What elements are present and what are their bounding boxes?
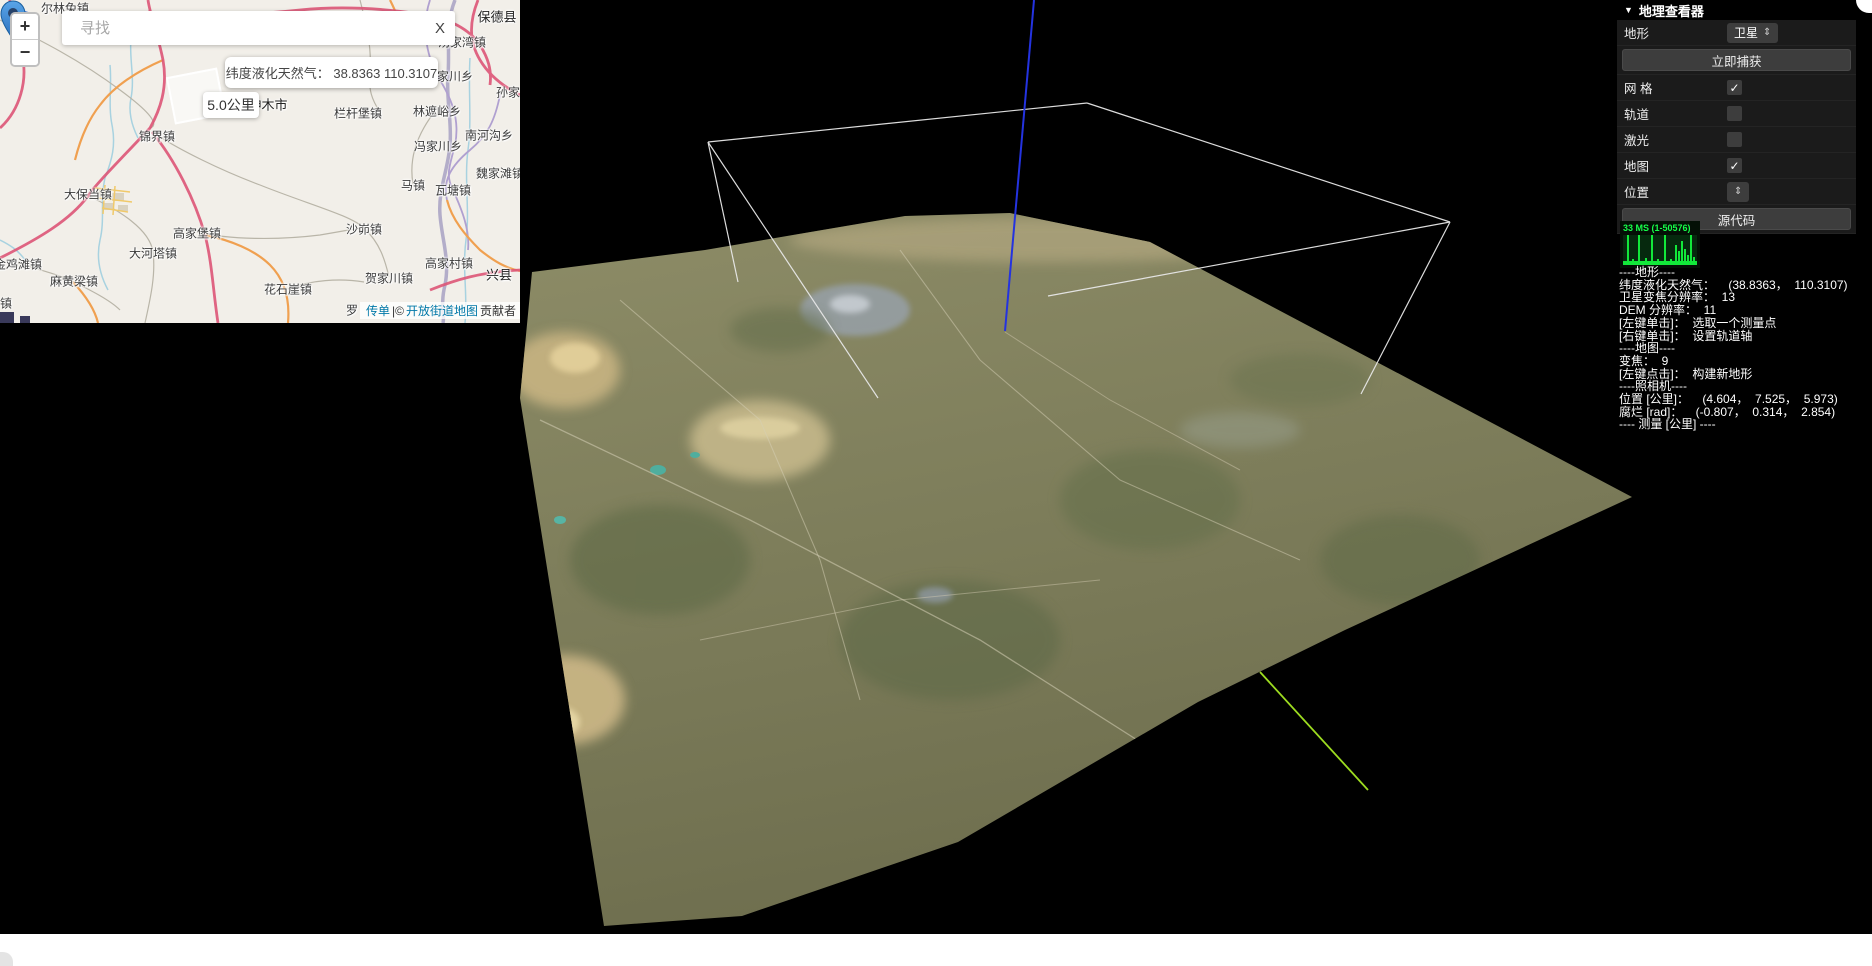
capture-row: 立即捕获 bbox=[1617, 46, 1856, 75]
zoom-in-button[interactable]: + bbox=[12, 14, 38, 40]
terrain-select[interactable]: 卫星 ⇕ bbox=[1727, 22, 1779, 43]
map-place-label: 麻黄梁镇 bbox=[49, 274, 99, 289]
water-area bbox=[0, 312, 14, 323]
laser-checkbox[interactable] bbox=[1727, 132, 1742, 147]
search-input[interactable] bbox=[62, 19, 425, 37]
app-root: 尔林兔镇 保德县 汤家湾镇 韩家川乡 孙家沟 神木市 栏杆堡镇 林遮峪乡 南河沟… bbox=[0, 0, 1872, 966]
info-line: 位置 [公里]： (4.604， 7.525， 5.973) bbox=[1619, 392, 1838, 407]
water-area bbox=[20, 316, 30, 323]
map-place-label: 高家村镇 bbox=[424, 256, 474, 271]
map-place-label: 罗 bbox=[345, 303, 359, 318]
minimap[interactable]: 尔林兔镇 保德县 汤家湾镇 韩家川乡 孙家沟 神木市 栏杆堡镇 林遮峪乡 南河沟… bbox=[0, 0, 520, 323]
terrain-mesh bbox=[520, 213, 1632, 926]
bottom-bar-glyph bbox=[0, 952, 13, 966]
map-place-label: 金鸡滩镇 bbox=[0, 257, 43, 272]
terrain-select-value: 卫星 bbox=[1734, 26, 1759, 40]
select-arrows-icon: ⇕ bbox=[1763, 27, 1772, 38]
map-place-label: 镇 bbox=[0, 296, 13, 311]
stats-ms-panel[interactable]: 33 MS (1-50576) bbox=[1620, 221, 1700, 268]
position-row: 位置 ⇕ bbox=[1617, 179, 1856, 205]
info-line: ----地形---- bbox=[1619, 265, 1675, 279]
map-attribution: 传单 |© 开放街道地图 贡献者 bbox=[359, 302, 520, 319]
orbit-label: 轨道 bbox=[1624, 108, 1650, 122]
map-place-label: 锦界镇 bbox=[138, 129, 176, 144]
position-select[interactable]: ⇕ bbox=[1727, 181, 1750, 202]
map-place-label: 南河沟乡 bbox=[464, 128, 514, 143]
panel-title: 地理查看器 bbox=[1638, 3, 1704, 19]
map-place-label: 保德县 bbox=[477, 9, 517, 25]
map-checkbox[interactable]: ✓ bbox=[1727, 158, 1742, 173]
map-place-label: 冯家川乡 bbox=[413, 139, 463, 154]
map-place-label: 马镇 bbox=[400, 178, 426, 193]
map-place-label: 兴县 bbox=[485, 267, 513, 283]
map-place-label: 大保当镇 bbox=[63, 187, 113, 202]
stats-ms-readout: 33 MS (1-50576) bbox=[1623, 223, 1691, 233]
geo-viewer-panel: ▼ 地理查看器 地形 卫星 ⇕ 立即捕获 网 格 ✓ 轨道 激光 地图 ✓ 位置… bbox=[1617, 0, 1856, 431]
position-label: 位置 bbox=[1624, 186, 1650, 200]
orbit-checkbox[interactable] bbox=[1727, 106, 1742, 121]
map-place-label: 大河塔镇 bbox=[128, 246, 178, 261]
capture-now-button[interactable]: 立即捕获 bbox=[1622, 49, 1851, 71]
map-place-label: 贺家川镇 bbox=[364, 271, 414, 286]
info-line: [左键单击]： 选取一个测量点 bbox=[1619, 315, 1777, 330]
attribution-suffix: 贡献者 bbox=[479, 304, 516, 318]
laser-row: 激光 bbox=[1617, 127, 1856, 153]
map-place-label: 魏家滩镇 bbox=[475, 166, 520, 181]
info-readout: ----地形---- 纬度液化天然气： (38.8363， 110.3107) … bbox=[1619, 266, 1872, 431]
coords-tooltip: 纬度液化天然气： 38.8363 110.3107 bbox=[225, 57, 438, 88]
grid-label: 网 格 bbox=[1624, 82, 1653, 96]
chevron-down-icon: ▼ bbox=[1624, 5, 1633, 15]
map-zoom-control: + − bbox=[10, 12, 40, 67]
map-place-label: 高家堡镇 bbox=[172, 226, 222, 241]
leaflet-link[interactable]: 传单 bbox=[366, 302, 390, 319]
zoom-out-button[interactable]: − bbox=[12, 40, 38, 65]
map-search-bar: X bbox=[62, 11, 455, 45]
grid-checkbox[interactable]: ✓ bbox=[1727, 80, 1742, 95]
map-toggle-label: 地图 bbox=[1624, 160, 1650, 174]
select-arrows-icon: ⇕ bbox=[1734, 186, 1743, 197]
axis-green bbox=[1259, 671, 1369, 791]
info-line: DEM 分辨率： 11 bbox=[1619, 303, 1717, 318]
attribution-separator: |© bbox=[392, 303, 404, 318]
map-place-label: 孙家沟 bbox=[495, 85, 520, 100]
map-place-label: 栏杆堡镇 bbox=[333, 106, 383, 121]
terrain-label: 地形 bbox=[1624, 27, 1650, 41]
info-line: 变焦： 9 bbox=[1619, 353, 1669, 368]
bottom-bar bbox=[0, 934, 1872, 966]
orbit-row: 轨道 bbox=[1617, 101, 1856, 127]
osm-link[interactable]: 开放街道地图 bbox=[406, 302, 478, 319]
measure-distance-label: 5.0公里 bbox=[203, 92, 259, 118]
terrain-row: 地形 卫星 ⇕ bbox=[1617, 20, 1856, 46]
map-toggle-row: 地图 ✓ bbox=[1617, 153, 1856, 179]
map-place-label: 瓦塘镇 bbox=[434, 183, 472, 198]
panel-title-bar[interactable]: ▼ 地理查看器 bbox=[1617, 0, 1856, 20]
search-close-button[interactable]: X bbox=[425, 20, 455, 37]
map-place-label: 林遮峪乡 bbox=[412, 104, 462, 119]
info-line: ---- 测量 [公里] ---- bbox=[1619, 417, 1716, 432]
map-place-label: 沙峁镇 bbox=[345, 222, 383, 237]
map-place-label: 花石崖镇 bbox=[263, 282, 313, 297]
grid-row: 网 格 ✓ bbox=[1617, 75, 1856, 101]
laser-label: 激光 bbox=[1624, 134, 1650, 148]
